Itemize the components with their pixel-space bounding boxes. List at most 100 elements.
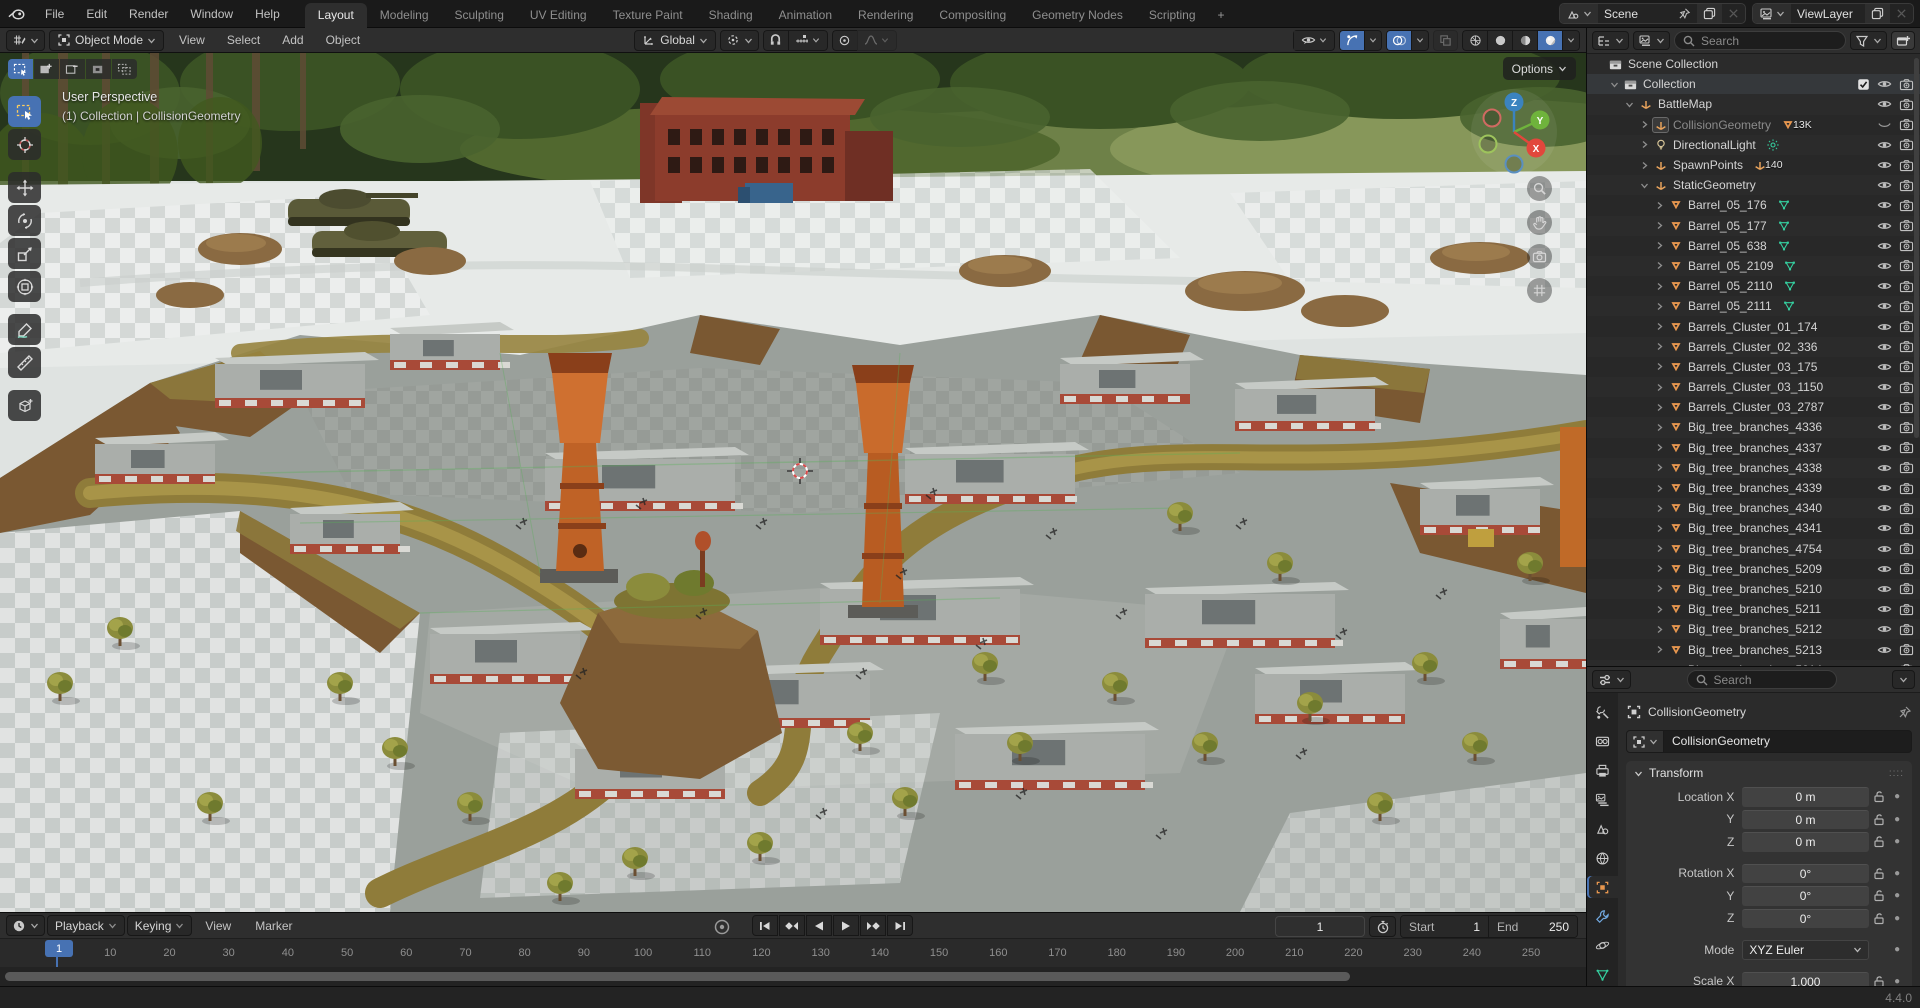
disable-render-camera-icon[interactable] xyxy=(1899,179,1914,192)
hide-viewport-eye-icon[interactable] xyxy=(1877,98,1892,110)
hide-viewport-eye-icon[interactable] xyxy=(1877,421,1892,433)
outliner-item-label[interactable]: Barrel_05_2111 xyxy=(1688,299,1772,313)
select-mode-invert[interactable] xyxy=(86,59,111,79)
properties-search-input[interactable]: Search xyxy=(1687,670,1837,689)
hide-viewport-eye-icon[interactable] xyxy=(1877,220,1892,232)
animate-decorator-dot[interactable]: ● xyxy=(1890,944,1904,955)
outliner-row[interactable]: Big_tree_branches_4337 xyxy=(1587,438,1920,458)
animate-decorator-dot[interactable]: ● xyxy=(1890,814,1904,825)
expand-chevron-right-icon[interactable] xyxy=(1651,524,1667,533)
lock-icon[interactable] xyxy=(1869,889,1891,902)
overlays-settings-button[interactable] xyxy=(1411,30,1429,51)
jump-to-start-button[interactable] xyxy=(752,915,778,936)
tool-annotate[interactable] xyxy=(8,314,41,345)
outliner-item-label[interactable]: Barrel_05_638 xyxy=(1688,239,1767,253)
expand-chevron-right-icon[interactable] xyxy=(1651,605,1667,614)
disable-render-camera-icon[interactable] xyxy=(1899,381,1914,394)
viewport-menu-object[interactable]: Object xyxy=(315,26,372,54)
timeline-menu-playback[interactable]: Playback xyxy=(47,915,125,936)
properties-tab-object[interactable] xyxy=(1587,876,1618,898)
pivot-point-button[interactable] xyxy=(720,30,759,51)
hide-viewport-eye-icon[interactable] xyxy=(1877,522,1892,534)
workspace-tab-scripting[interactable]: Scripting xyxy=(1136,3,1209,28)
outliner-row[interactable]: Big_tree_branches_5211 xyxy=(1587,599,1920,619)
hide-viewport-eye-icon[interactable] xyxy=(1877,199,1892,211)
outliner-row[interactable]: Big_tree_branches_4336 xyxy=(1587,417,1920,437)
breadcrumb-object-name[interactable]: CollisionGeometry xyxy=(1648,705,1746,719)
show-overlays-toggle[interactable] xyxy=(1386,30,1411,51)
view-control-zoom[interactable] xyxy=(1527,176,1552,201)
hide-viewport-eye-icon[interactable] xyxy=(1877,623,1892,635)
disable-render-camera-icon[interactable] xyxy=(1899,280,1914,293)
navigation-gizmo[interactable]: Z Y X xyxy=(1470,88,1558,176)
shading-mode-rendered[interactable] xyxy=(1537,30,1562,51)
value-field-mode[interactable]: XYZ Euler xyxy=(1742,940,1868,960)
new-scene-button[interactable] xyxy=(1697,4,1722,23)
outliner-item-label[interactable]: Barrels_Cluster_01_174 xyxy=(1688,320,1817,334)
expand-chevron-right-icon[interactable] xyxy=(1651,463,1667,472)
hide-viewport-eye-icon[interactable] xyxy=(1877,462,1892,474)
outliner-item-label[interactable]: Big_tree_branches_4340 xyxy=(1688,501,1822,515)
expand-chevron-right-icon[interactable] xyxy=(1651,322,1667,331)
outliner-row[interactable]: Big_tree_branches_4340 xyxy=(1587,498,1920,518)
outliner-item-label[interactable]: Scene Collection xyxy=(1628,57,1718,71)
editor-type-button[interactable] xyxy=(6,30,45,51)
outliner-item-label[interactable]: Big_tree_branches_4339 xyxy=(1688,481,1822,495)
hide-viewport-eye-icon[interactable] xyxy=(1877,543,1892,555)
select-mode-extend[interactable] xyxy=(34,59,59,79)
disable-render-camera-icon[interactable] xyxy=(1899,542,1914,555)
hide-viewport-eye-icon[interactable] xyxy=(1877,644,1892,656)
outliner-row[interactable]: Barrels_Cluster_02_336 xyxy=(1587,337,1920,357)
outliner-row[interactable]: Collection xyxy=(1587,74,1920,94)
3d-viewport[interactable]: Object Mode ViewSelectAddObject Global xyxy=(0,28,1586,912)
outliner-row[interactable]: Barrel_05_2110 xyxy=(1587,276,1920,296)
object-visibility-eye-icon[interactable] xyxy=(1293,30,1335,51)
disable-render-camera-icon[interactable] xyxy=(1899,320,1914,333)
outliner-item-label[interactable]: BattleMap xyxy=(1658,97,1712,111)
value-field-y[interactable]: 0 m xyxy=(1742,810,1868,830)
viewport-menu-add[interactable]: Add xyxy=(271,26,314,54)
mode-selector[interactable]: Object Mode xyxy=(49,30,164,51)
animate-decorator-dot[interactable]: ● xyxy=(1890,976,1904,986)
properties-editor-type-button[interactable] xyxy=(1592,670,1631,689)
disable-render-camera-icon[interactable] xyxy=(1899,643,1914,656)
expand-chevron-right-icon[interactable] xyxy=(1651,342,1667,351)
auto-keying-toggle[interactable] xyxy=(712,917,732,937)
disable-render-camera-icon[interactable] xyxy=(1899,199,1914,212)
hidden-eye-closed-icon[interactable] xyxy=(1877,119,1892,131)
outliner-filter-button[interactable] xyxy=(1850,31,1887,50)
workspace-tab-sculpting[interactable]: Sculpting xyxy=(442,3,517,28)
animate-decorator-dot[interactable]: ● xyxy=(1890,836,1904,847)
expand-chevron-right-icon[interactable] xyxy=(1651,584,1667,593)
view-control-camera-view[interactable] xyxy=(1527,244,1552,269)
properties-tab-modifiers[interactable] xyxy=(1587,905,1618,927)
expand-chevron-right-icon[interactable] xyxy=(1636,120,1652,129)
outliner-row[interactable]: StaticGeometry xyxy=(1587,175,1920,195)
workspace-tab-modeling[interactable]: Modeling xyxy=(367,3,442,28)
viewlayer-browse-button[interactable] xyxy=(1753,4,1791,23)
tool-select-box[interactable] xyxy=(8,96,41,127)
tool-cursor[interactable] xyxy=(8,129,41,160)
workspace-tab-shading[interactable]: Shading xyxy=(696,3,766,28)
pin-icon[interactable] xyxy=(1898,705,1912,719)
tool-rotate[interactable] xyxy=(8,205,41,236)
tool-measure[interactable] xyxy=(8,347,41,378)
current-frame-field[interactable]: 1 xyxy=(1275,916,1365,937)
transform-orientation-button[interactable]: Global xyxy=(634,30,716,51)
expand-chevron-right-icon[interactable] xyxy=(1651,362,1667,371)
timeline-editor-type-button[interactable] xyxy=(6,915,45,936)
properties-tab-render[interactable] xyxy=(1587,730,1618,752)
outliner-item-label[interactable]: Barrels_Cluster_03_2787 xyxy=(1688,400,1824,414)
disable-render-camera-icon[interactable] xyxy=(1899,562,1914,575)
blender-logo-icon[interactable] xyxy=(0,7,34,21)
properties-tab-view-layer[interactable] xyxy=(1587,789,1618,811)
outliner-item-label[interactable]: Barrel_05_176 xyxy=(1688,198,1767,212)
outliner-item-label[interactable]: DirectionalLight xyxy=(1673,138,1756,152)
outliner-item-label[interactable]: Big_tree_branches_5209 xyxy=(1688,562,1822,576)
expand-chevron-down-icon[interactable] xyxy=(1606,80,1622,89)
snap-settings-button[interactable] xyxy=(788,30,828,51)
disable-render-camera-icon[interactable] xyxy=(1899,441,1914,454)
outliner-item-label[interactable]: Barrel_05_177 xyxy=(1688,219,1767,233)
add-workspace-button[interactable]: + xyxy=(1209,3,1234,28)
topbar-menu-file[interactable]: File xyxy=(34,0,75,28)
